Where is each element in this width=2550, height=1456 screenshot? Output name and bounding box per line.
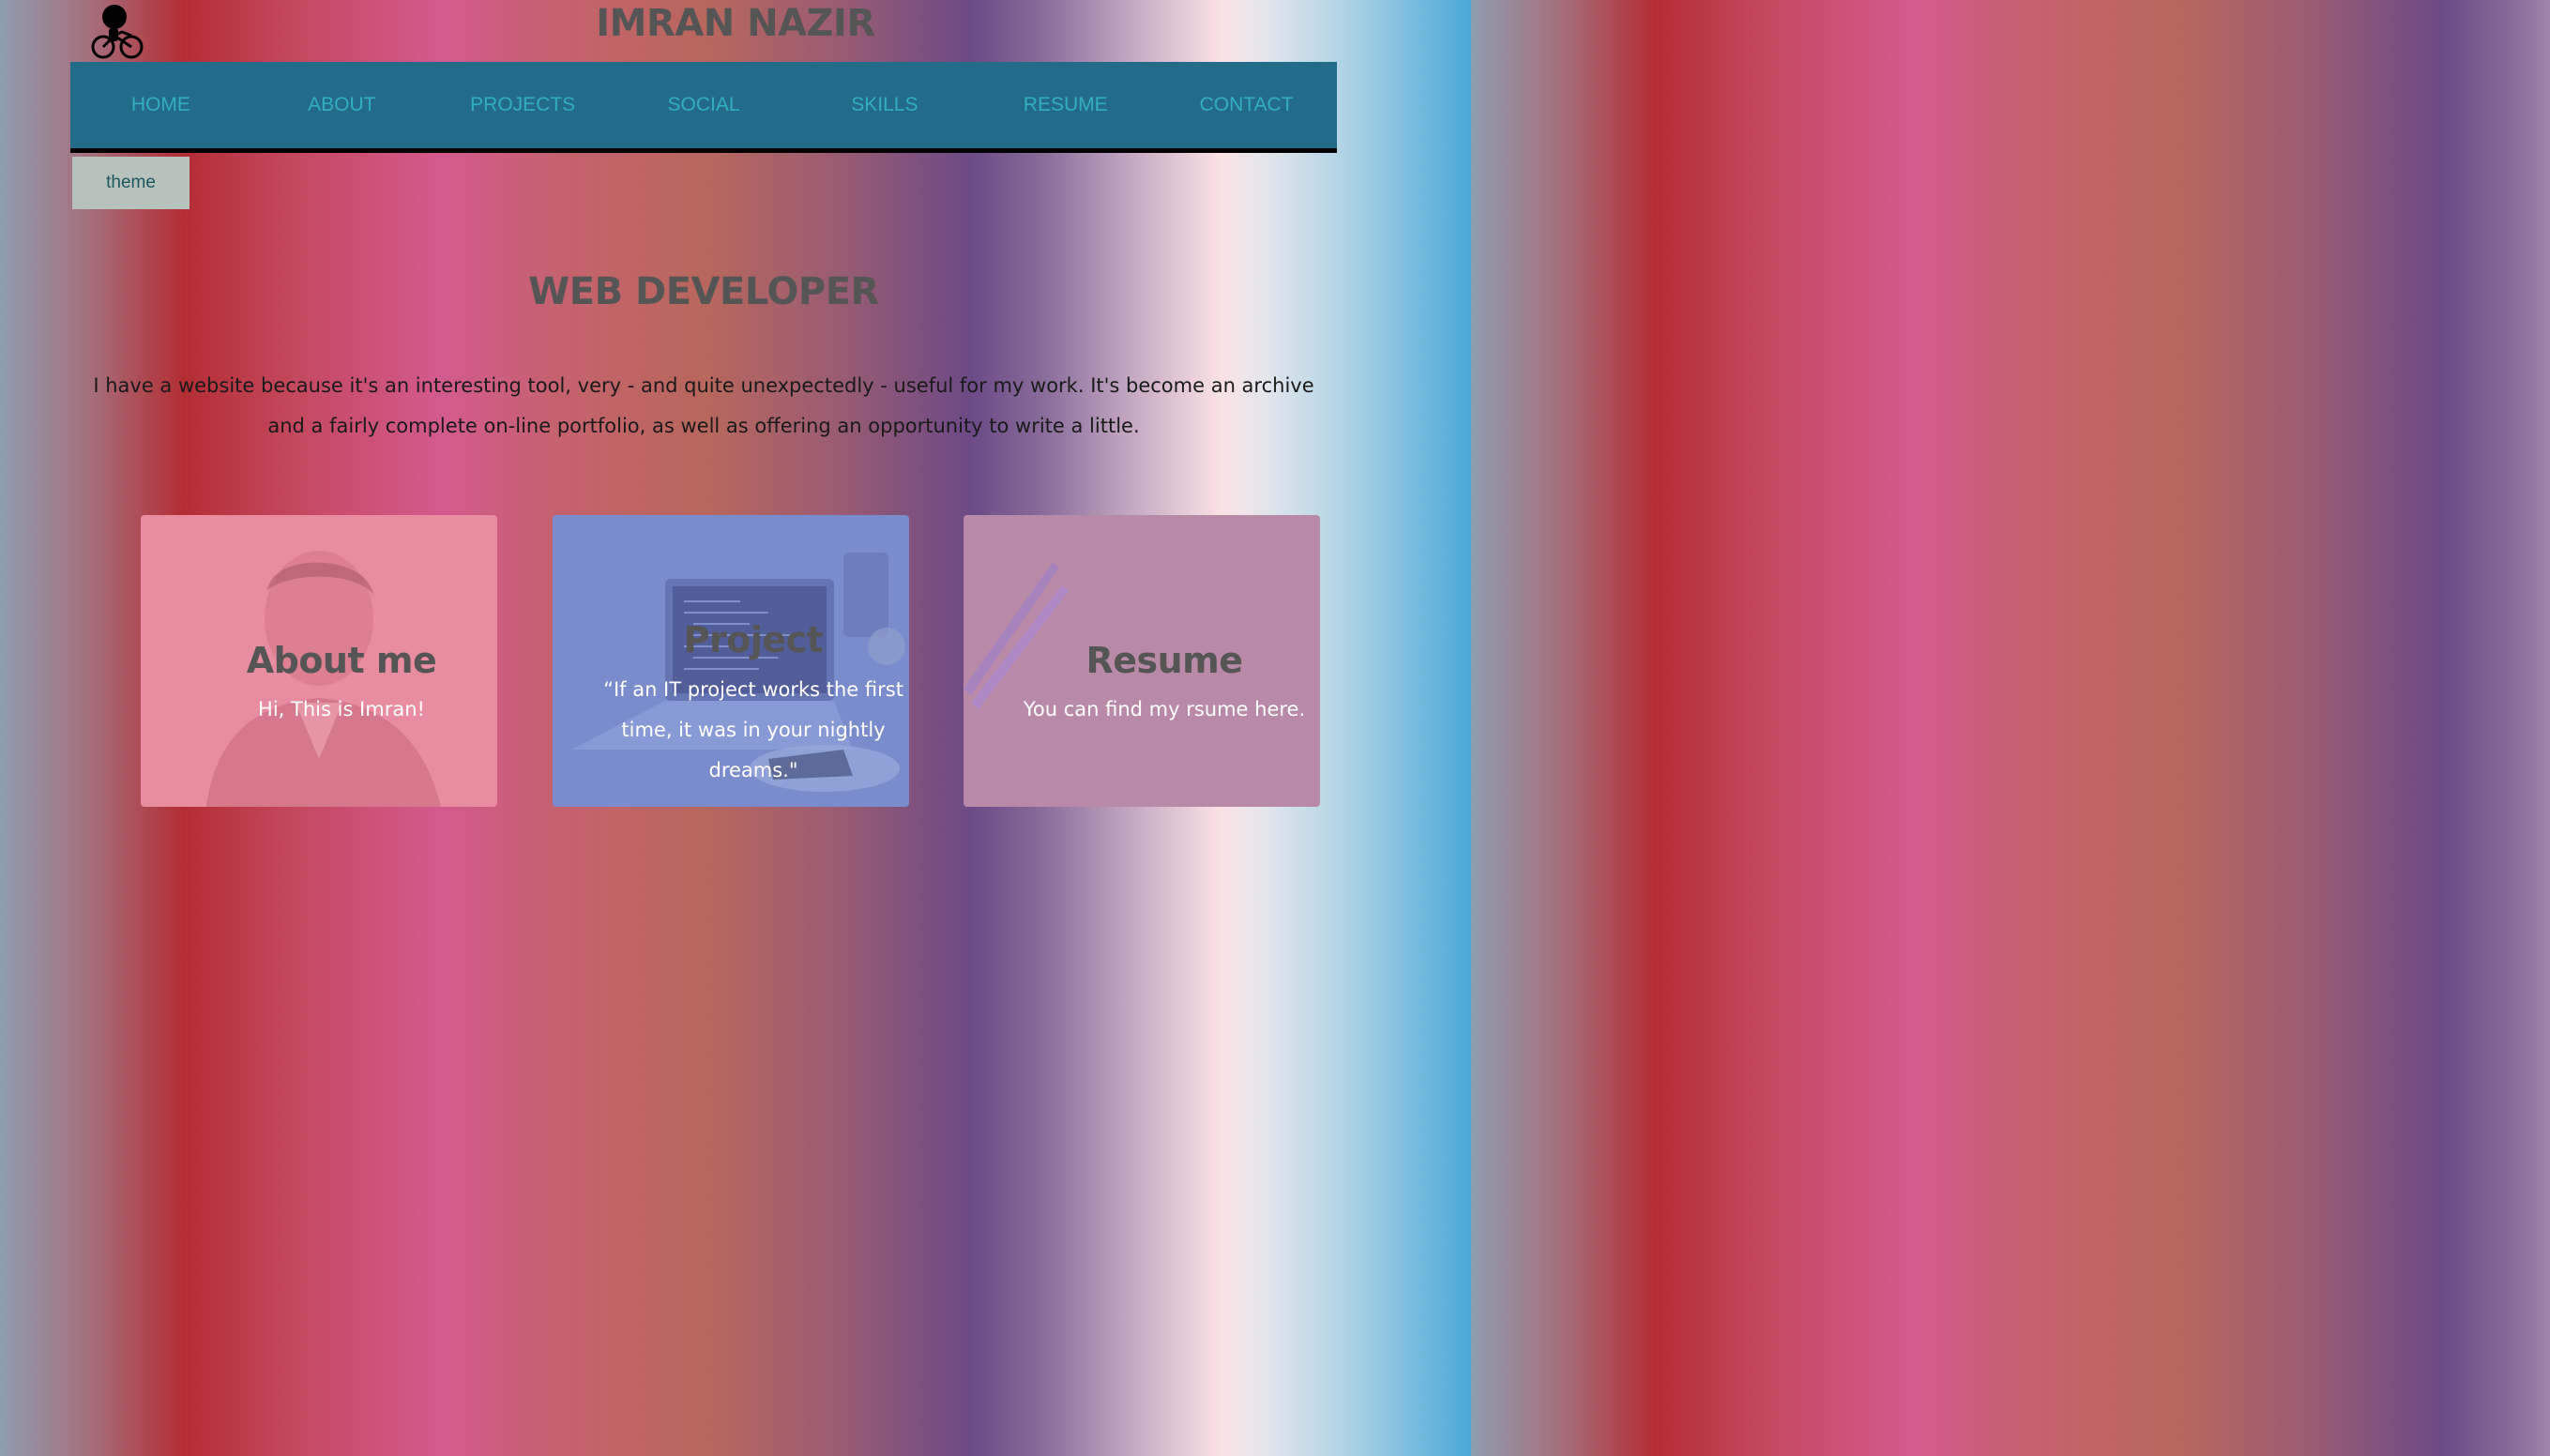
site-title: IMRAN NAZIR	[596, 2, 875, 45]
main-nav: HOME ABOUT PROJECTS SOCIAL SKILLS RESUME…	[70, 62, 1337, 153]
nav-item-social[interactable]: SOCIAL	[614, 94, 795, 116]
project-card-title: Project	[683, 619, 824, 660]
theme-button[interactable]: theme	[72, 157, 190, 209]
about-card-text: Hi, This is Imran!	[258, 698, 425, 720]
nav-item-skills[interactable]: SKILLS	[794, 94, 975, 116]
nav-item-about[interactable]: ABOUT	[251, 94, 433, 116]
project-card-text: “If an IT project works the first time, …	[603, 678, 903, 781]
project-card[interactable]: Project “If an IT project works the firs…	[553, 515, 909, 807]
intro-paragraph: I have a website because it's an interes…	[93, 374, 1314, 437]
nav-item-projects[interactable]: PROJECTS	[433, 94, 614, 116]
about-card-title: About me	[246, 640, 437, 681]
nav-item-contact[interactable]: CONTACT	[1156, 94, 1337, 116]
resume-card-text: You can find my rsume here.	[1023, 698, 1306, 720]
resume-card-title: Resume	[1085, 640, 1243, 681]
about-card[interactable]: About me Hi, This is Imran!	[141, 515, 497, 807]
nav-item-home[interactable]: HOME	[70, 94, 251, 116]
nav-item-resume[interactable]: RESUME	[975, 94, 1156, 116]
resume-card[interactable]: Resume You can find my rsume here.	[964, 515, 1320, 807]
hero-heading: WEB DEVELOPER	[528, 270, 879, 313]
